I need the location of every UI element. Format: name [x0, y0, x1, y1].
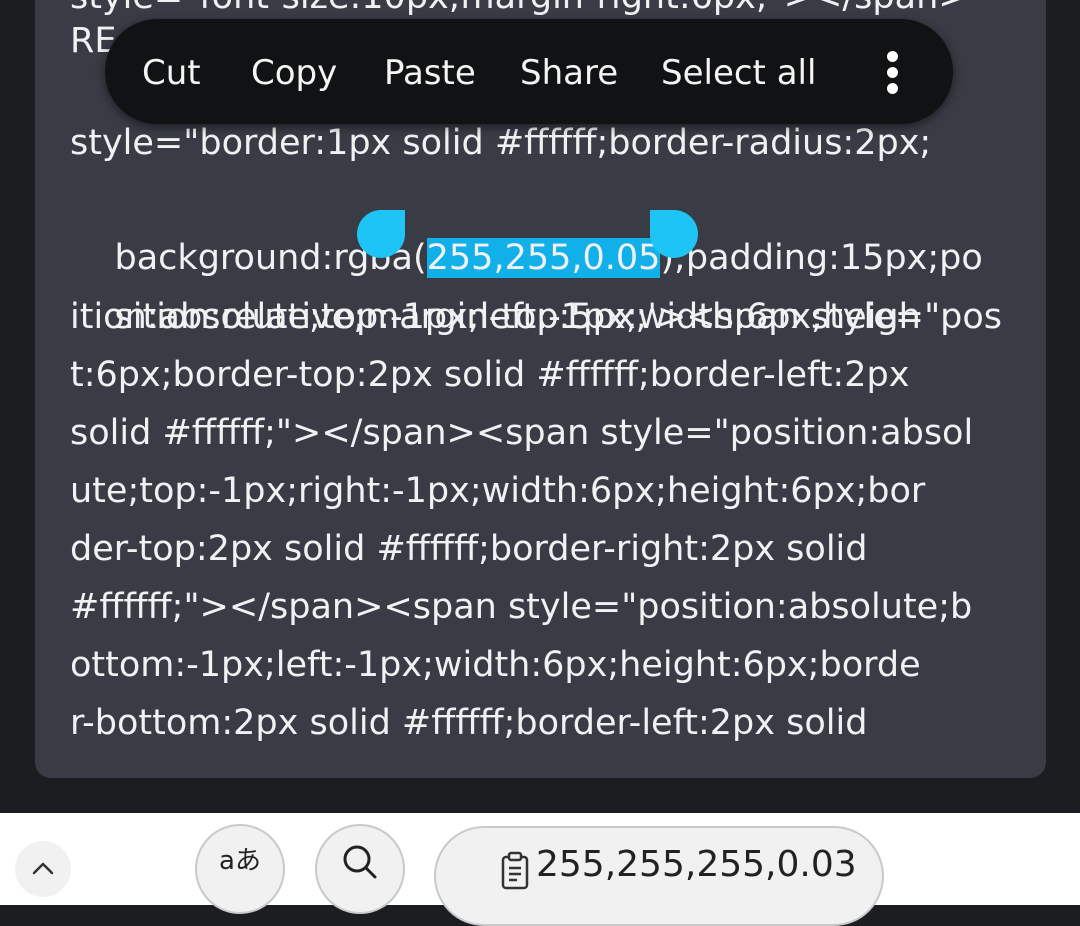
clipboard-suggestion-button[interactable]: 255,255,255,0.03	[434, 826, 884, 926]
copy-button[interactable]: Copy	[251, 19, 337, 124]
select-all-button[interactable]: Select all	[661, 19, 816, 124]
selection-start-handle[interactable]	[357, 210, 405, 258]
clipboard-text: 255,255,255,0.03	[536, 844, 857, 885]
code-line: r-bottom:2px solid #ffffff;border-left:2…	[70, 703, 868, 743]
keyboard-toolbar: aあ 255,255,255,0.03	[0, 813, 1080, 926]
search-icon	[343, 845, 377, 879]
code-line-handles: sition:relative;margin-top:5px;'><span s…	[70, 230, 1003, 337]
code-line: ute;top:-1px;right:-1px;width:6px;height…	[70, 471, 926, 511]
clipboard-icon	[501, 851, 529, 890]
search-button[interactable]	[315, 824, 405, 914]
selection-end-handle[interactable]	[650, 210, 698, 258]
share-button[interactable]: Share	[520, 19, 618, 124]
code-line: #ffffff;"></span><span style="position:a…	[70, 587, 973, 627]
paste-button[interactable]: Paste	[384, 19, 476, 124]
text-selection-menu: Cut Copy Paste Share Select all	[105, 19, 953, 124]
more-vertical-icon[interactable]	[875, 49, 911, 95]
code-line: ottom:-1px;left:-1px;width:6px;height:6p…	[70, 645, 921, 685]
code-line: ition:absolute;top:-1px;left:-1px;width:…	[70, 297, 921, 337]
collapse-toolbar-button[interactable]	[15, 841, 71, 897]
code-line: solid #ffffff;"></span><span style="posi…	[70, 413, 974, 453]
input-method-label: aあ	[219, 846, 261, 876]
chevron-up-icon	[32, 862, 54, 875]
code-line-selection: background:rgba(255,255,0.05);padding:15…	[70, 171, 983, 278]
cut-button[interactable]: Cut	[142, 19, 201, 124]
code-line: t:6px;border-top:2px solid #ffffff;borde…	[70, 355, 910, 395]
code-line: der-top:2px solid #ffffff;border-right:2…	[70, 529, 868, 569]
input-method-button[interactable]: aあ	[195, 824, 285, 914]
